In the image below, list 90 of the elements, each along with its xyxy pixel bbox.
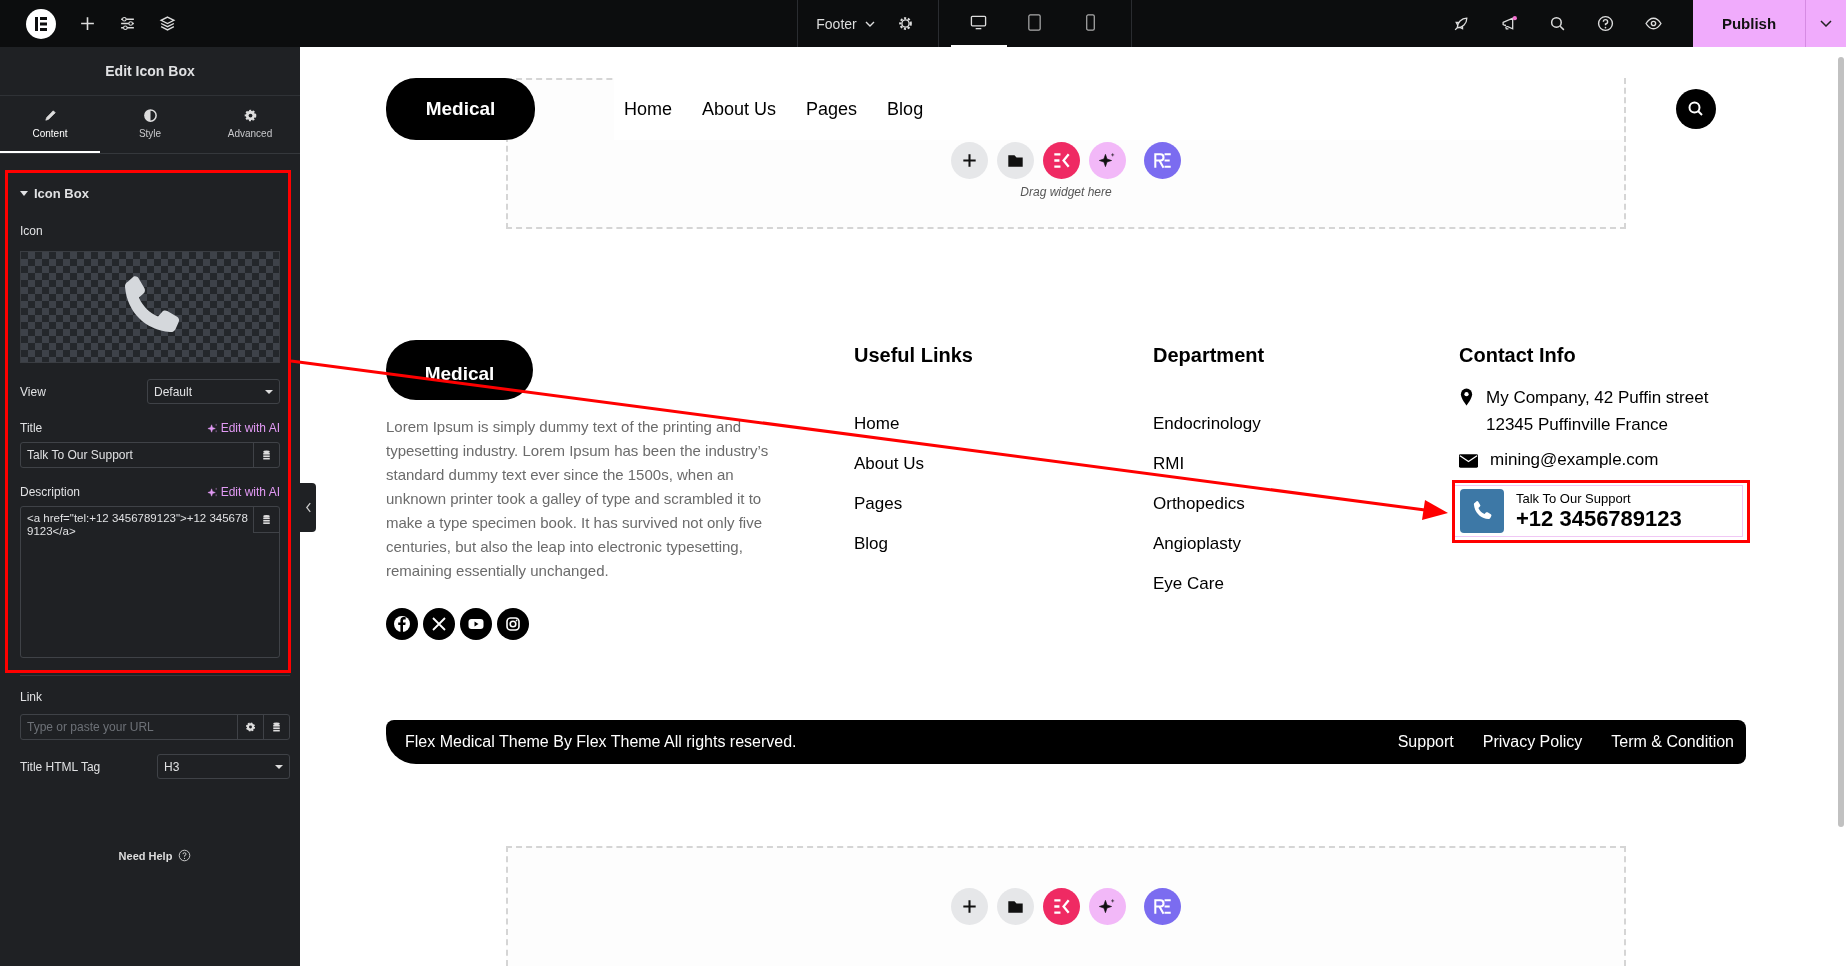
desktop-icon: [970, 14, 988, 31]
icon-label: Icon: [20, 224, 44, 240]
plugin-icon[interactable]: [1144, 142, 1181, 179]
nav-link[interactable]: Blog: [887, 98, 924, 120]
html-tag-select[interactable]: H3: [157, 754, 290, 779]
nav-link[interactable]: Home: [624, 98, 672, 120]
html-tag-label: Title HTML Tag: [20, 759, 101, 774]
footer-link[interactable]: Support: [1397, 733, 1454, 751]
gear-icon: [242, 108, 258, 123]
sparkle-icon[interactable]: [1089, 142, 1126, 179]
view-label: View: [20, 384, 46, 399]
support-title: Talk To Our Support: [1516, 490, 1632, 506]
nav-link[interactable]: About Us: [702, 98, 777, 120]
rocket-icon[interactable]: [1453, 15, 1470, 32]
envelope-icon: [1459, 454, 1478, 468]
panel-tab[interactable]: Advanced: [200, 96, 300, 153]
add-section-icon[interactable]: [951, 888, 988, 925]
plugin-icon[interactable]: [1144, 888, 1181, 925]
footer-link[interactable]: Privacy Policy: [1482, 733, 1583, 751]
phone-icon: [1460, 489, 1504, 533]
need-help-link[interactable]: Need Help: [118, 849, 173, 862]
facebook-icon[interactable]: [386, 608, 418, 640]
kit-icon[interactable]: [1043, 142, 1080, 179]
nav-link[interactable]: Pages: [806, 98, 858, 120]
panel-tab[interactable]: Style: [100, 96, 200, 153]
layers-icon[interactable]: [159, 15, 176, 32]
footer-link[interactable]: Endocrinology: [1153, 404, 1261, 444]
description-label: Description: [20, 485, 81, 499]
footer-link[interactable]: Blog: [854, 524, 889, 564]
kit-icon[interactable]: [1043, 888, 1080, 925]
help-icon[interactable]: [1597, 15, 1614, 32]
pencil-icon: [42, 108, 58, 123]
about-text: Lorem Ipsum is simply dummy text of the printing and typesetting industry. Lorem Ipsum has been the industry’s standard dummy text ever since the 1500s, when an unknown printer took a galley of type and scrambled it to make a type specimen book. It has survived not only five centuries, but also the leap into electronic typesetting, remaining essentially unchanged.: [386, 417, 770, 581]
phone-number[interactable]: +12 3456789123: [1516, 505, 1682, 532]
x-icon[interactable]: [423, 608, 455, 640]
address-text: My Company, 42 Puffin street: [1486, 387, 1709, 409]
column-heading: Department: [1153, 343, 1265, 368]
support-box[interactable]: Talk To Our Support +12 3456789123: [1453, 485, 1743, 537]
link-label: Link: [20, 690, 43, 706]
section-toggle[interactable]: Icon Box: [20, 179, 290, 207]
folder-icon[interactable]: [997, 142, 1034, 179]
sparkle-icon[interactable]: [206, 422, 218, 434]
chevron-down-icon: [864, 20, 875, 27]
contrast-icon: [142, 108, 158, 123]
footer-link[interactable]: RMI: [1153, 444, 1185, 484]
title-input[interactable]: Talk To Our Support: [20, 442, 280, 468]
logo-icon[interactable]: [26, 8, 56, 39]
footer-link[interactable]: Term & Condition: [1611, 733, 1734, 751]
add-section-icon[interactable]: [951, 142, 988, 179]
footer-link[interactable]: Orthopedics: [1153, 484, 1245, 524]
copyright-text: Flex Medical Theme By Flex Theme All rights reserved.: [405, 733, 797, 751]
help-icon[interactable]: [178, 849, 192, 862]
panel-tab[interactable]: Content: [0, 96, 100, 153]
edit-with-ai-link[interactable]: Edit with AI: [220, 421, 280, 435]
folder-icon[interactable]: [997, 888, 1034, 925]
column-heading: Contact Info: [1459, 343, 1576, 368]
view-select[interactable]: Default: [147, 379, 280, 404]
preview-eye-icon[interactable]: [1645, 15, 1662, 32]
database-icon[interactable]: [253, 507, 279, 533]
location-pin-icon: [1459, 387, 1474, 407]
instagram-icon[interactable]: [497, 608, 529, 640]
edit-with-ai-link[interactable]: Edit with AI: [220, 485, 280, 499]
icon-picker[interactable]: [20, 251, 280, 363]
sliders-icon[interactable]: [119, 15, 136, 32]
footer-link[interactable]: Eye Care: [1153, 564, 1224, 604]
footer-link[interactable]: Home: [854, 404, 900, 444]
search-icon[interactable]: [1549, 15, 1566, 32]
settings-icon[interactable]: [896, 15, 914, 32]
search-icon[interactable]: [1676, 89, 1716, 129]
title-label: Title: [20, 421, 43, 435]
drag-hint: Drag widget here: [1020, 185, 1112, 199]
sparkle-icon[interactable]: [206, 486, 218, 498]
youtube-icon[interactable]: [460, 608, 492, 640]
address-text: 12345 Puffinville France: [1486, 414, 1670, 436]
email-text[interactable]: mining@example.com: [1490, 446, 1659, 473]
footer-link[interactable]: Pages: [854, 484, 903, 524]
footer-link[interactable]: About Us: [854, 444, 924, 484]
site-logo[interactable]: Medical: [386, 78, 535, 140]
description-textarea[interactable]: <a href="tel:+12 3456789123">+12 3456789123</a>: [20, 506, 280, 658]
scrollbar-thumb[interactable]: [1838, 57, 1844, 827]
site-logo[interactable]: Medical: [386, 340, 533, 400]
panel-collapse-handle[interactable]: [300, 483, 316, 532]
column-heading: Useful Links: [854, 343, 973, 368]
tablet-icon: [1026, 14, 1044, 31]
add-icon[interactable]: [79, 15, 96, 32]
chevron-down-icon: [1820, 20, 1832, 27]
publish-button[interactable]: Publish: [1693, 0, 1805, 47]
footer-link[interactable]: Angioplasty: [1153, 524, 1241, 564]
sparkle-icon[interactable]: [1089, 888, 1126, 925]
megaphone-icon[interactable]: [1501, 15, 1518, 32]
